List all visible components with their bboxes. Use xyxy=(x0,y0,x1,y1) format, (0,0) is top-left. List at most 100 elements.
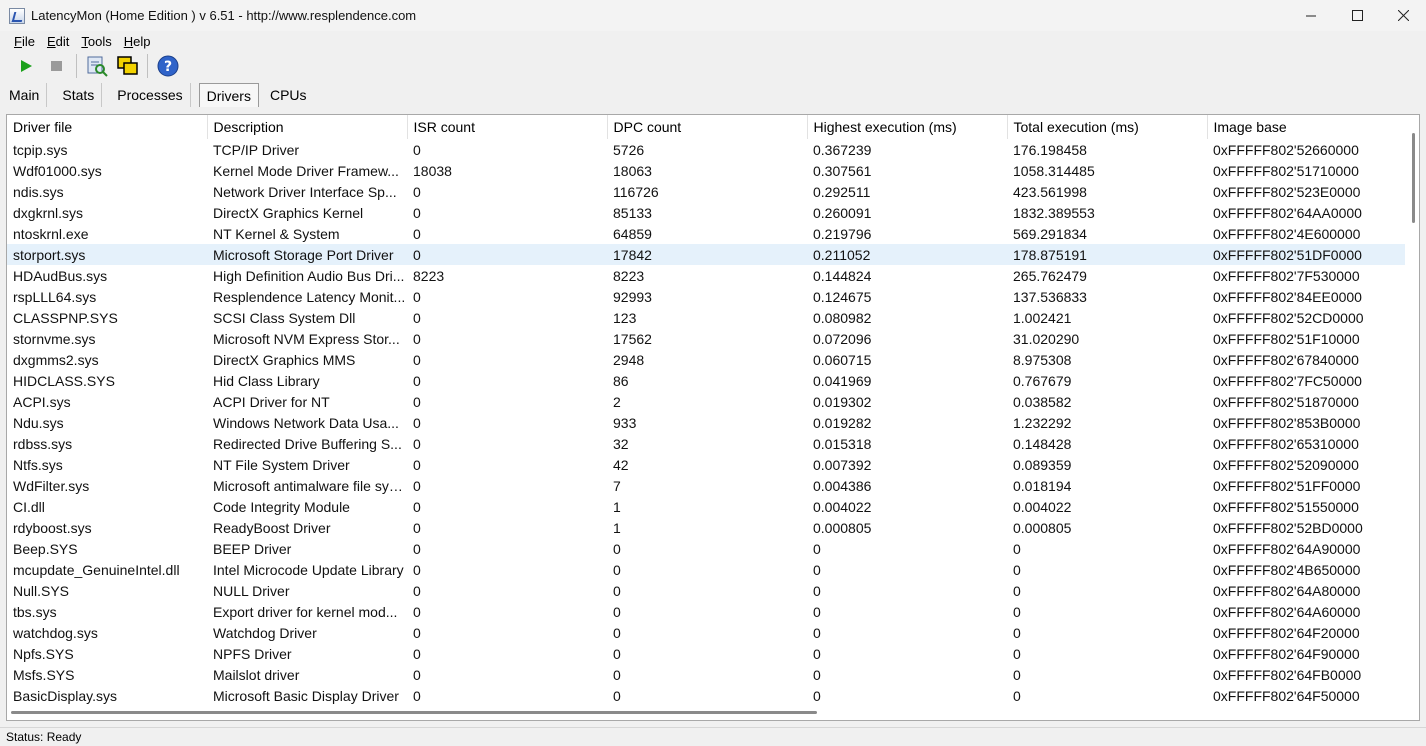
cell-highest-execution: 0.060715 xyxy=(813,351,872,368)
cell-isr-count: 0 xyxy=(413,540,421,557)
table-row[interactable]: Wdf01000.sys Kernel Mode Driver Framew...… xyxy=(7,160,1407,181)
cell-highest-execution: 0 xyxy=(813,540,821,557)
play-button[interactable] xyxy=(12,52,40,80)
table-row[interactable]: ndis.sys Network Driver Interface Sp... 0 1… xyxy=(7,181,1407,202)
table-row[interactable]: HDAudBus.sys High Definition Audio Bus Dr… xyxy=(7,265,1407,286)
column-header-isr-count[interactable]: ISR count xyxy=(407,115,608,139)
cell-description: DirectX Graphics Kernel xyxy=(213,204,364,221)
cell-image-base: 0xFFFFF802'64A80000 xyxy=(1213,582,1361,599)
report-button[interactable] xyxy=(83,52,111,80)
cell-description: ACPI Driver for NT xyxy=(213,393,330,410)
menu-help[interactable]: Help xyxy=(118,34,157,49)
menu-help-mnemonic: H xyxy=(123,33,134,49)
table-row[interactable]: Npfs.SYS NPFS Driver 0 0 0 0 0xFFFFF802'64F900… xyxy=(7,643,1407,664)
minimize-icon[interactable] xyxy=(1288,0,1334,31)
table-row[interactable]: HIDCLASS.SYS Hid Class Library 0 86 0.041969… xyxy=(7,370,1407,391)
cell-highest-execution: 0.041969 xyxy=(813,372,872,389)
tab-cpus[interactable]: CPUs xyxy=(263,83,314,107)
cell-total-execution: 0 xyxy=(1013,540,1021,557)
cell-isr-count: 18038 xyxy=(413,162,452,179)
table-header: Driver file Description ISR count DPC co… xyxy=(7,115,1408,139)
cell-isr-count: 8223 xyxy=(413,267,445,284)
column-header-image-base[interactable]: Image base xyxy=(1207,115,1408,139)
menu-tools[interactable]: Tools xyxy=(75,34,117,49)
cell-total-execution: 178.875191 xyxy=(1007,244,1207,265)
cell-total-execution: 0.000805 xyxy=(1013,519,1072,536)
cell-isr-count: 0 xyxy=(413,561,421,578)
horizontal-scrollbar[interactable] xyxy=(7,706,1419,720)
column-header-description[interactable]: Description xyxy=(207,115,408,139)
cell-total-execution: 0.767679 xyxy=(1013,372,1072,389)
table-row[interactable]: CI.dll Code Integrity Module 0 1 0.004022 0.0… xyxy=(7,496,1407,517)
cell-isr-count: 0 xyxy=(413,183,421,200)
menu-file[interactable]: File xyxy=(8,34,41,49)
table-row[interactable]: BasicDisplay.sys Microsoft Basic Display … xyxy=(7,685,1407,706)
table-row[interactable]: Ndu.sys Windows Network Data Usa... 0 933 0.… xyxy=(7,412,1407,433)
tab-processes[interactable]: Processes xyxy=(110,83,191,107)
tab-stats[interactable]: Stats xyxy=(55,83,103,107)
table-row[interactable]: watchdog.sys Watchdog Driver 0 0 0 0 0xFFFFF80… xyxy=(7,622,1407,643)
tab-drivers[interactable]: Drivers xyxy=(198,83,259,107)
cell-image-base: 0xFFFFF802'51550000 xyxy=(1213,498,1359,515)
cell-highest-execution: 0.144824 xyxy=(813,267,872,284)
column-header-driver-file[interactable]: Driver file xyxy=(7,115,208,139)
column-header-highest-execution[interactable]: Highest execution (ms) xyxy=(807,115,1008,139)
cell-driver-file: Null.SYS xyxy=(13,582,70,599)
table-row[interactable]: ACPI.sys ACPI Driver for NT 0 2 0.019302 0.03… xyxy=(7,391,1407,412)
table-row[interactable]: Null.SYS NULL Driver 0 0 0 0 0xFFFFF802'64A800… xyxy=(7,580,1407,601)
cell-highest-execution: 0 xyxy=(813,666,821,683)
table-row[interactable]: rdyboost.sys ReadyBoost Driver 0 1 0.000805 0… xyxy=(7,517,1407,538)
cell-isr-count: 0 xyxy=(413,456,421,473)
menu-bar: File Edit Tools Help xyxy=(0,31,1426,51)
windows-button[interactable] xyxy=(114,52,142,80)
cell-driver-file: dxgmms2.sys xyxy=(13,351,99,368)
cell-image-base: 0xFFFFF802'51F10000 xyxy=(1213,330,1360,347)
help-button[interactable]: ? xyxy=(154,52,182,80)
cell-image-base: 0xFFFFF802'51870000 xyxy=(1213,393,1359,410)
cell-image-base: 0xFFFFF802'52CD0000 xyxy=(1213,309,1364,326)
table-row[interactable]: ntoskrnl.exe NT Kernel & System 0 64859 0.21… xyxy=(7,223,1407,244)
cell-driver-file: CI.dll xyxy=(13,498,45,515)
cell-image-base: 0xFFFFF802'64F50000 xyxy=(1213,687,1360,704)
vertical-scroll-thumb[interactable] xyxy=(1412,133,1415,223)
table-row[interactable]: dxgmms2.sys DirectX Graphics MMS 0 2948 0.06… xyxy=(7,349,1407,370)
column-header-dpc-count[interactable]: DPC count xyxy=(607,115,808,139)
table-row[interactable]: dxgkrnl.sys DirectX Graphics Kernel 0 85133… xyxy=(7,202,1407,223)
cell-driver-file: ntoskrnl.exe xyxy=(13,225,89,242)
tab-bar: Main Stats Processes Drivers CPUs xyxy=(0,81,1426,107)
table-row[interactable]: mcupdate_GenuineIntel.dll Intel Microcode… xyxy=(7,559,1407,580)
cell-highest-execution: 0.000805 xyxy=(813,519,872,536)
table-row[interactable]: storport.sys Microsoft Storage Port Drive… xyxy=(7,244,1407,265)
table-row[interactable]: Beep.SYS BEEP Driver 0 0 0 0 0xFFFFF802'64A900… xyxy=(7,538,1407,559)
vertical-scrollbar[interactable] xyxy=(1405,115,1419,720)
cell-total-execution: 1832.389553 xyxy=(1013,204,1095,221)
cell-description: Code Integrity Module xyxy=(213,498,350,515)
column-header-total-execution[interactable]: Total execution (ms) xyxy=(1007,115,1208,139)
cell-total-execution: 8.975308 xyxy=(1013,351,1072,368)
table-row[interactable]: WdFilter.sys Microsoft antimalware file s… xyxy=(7,475,1407,496)
close-icon[interactable] xyxy=(1380,0,1426,31)
menu-edit-label: dit xyxy=(55,33,70,49)
table-row[interactable]: Ntfs.sys NT File System Driver 0 42 0.007392… xyxy=(7,454,1407,475)
table-row[interactable]: stornvme.sys Microsoft NVM Express Stor..… xyxy=(7,328,1407,349)
menu-edit[interactable]: Edit xyxy=(41,34,75,49)
horizontal-scroll-thumb[interactable] xyxy=(11,711,817,714)
cell-isr-count: 0 xyxy=(413,435,421,452)
table-row[interactable]: rdbss.sys Redirected Drive Buffering S...… xyxy=(7,433,1407,454)
table-row[interactable]: rspLLL64.sys Resplendence Latency Monit..… xyxy=(7,286,1407,307)
table-row[interactable]: tbs.sys Export driver for kernel mod... 0 0… xyxy=(7,601,1407,622)
maximize-icon[interactable] xyxy=(1334,0,1380,31)
cell-driver-file: rdbss.sys xyxy=(13,435,73,452)
stop-icon xyxy=(51,61,62,71)
table-row[interactable]: CLASSPNP.SYS SCSI Class System Dll 0 123 0.0… xyxy=(7,307,1407,328)
cell-driver-file: Beep.SYS xyxy=(13,540,78,557)
table-row[interactable]: tcpip.sys TCP/IP Driver 0 5726 0.367239 176.1… xyxy=(7,139,1407,160)
cell-total-execution: 0 xyxy=(1013,687,1021,704)
table-row[interactable]: Msfs.SYS Mailslot driver 0 0 0 0 0xFFFFF802'64… xyxy=(7,664,1407,685)
cell-total-execution: 265.762479 xyxy=(1013,267,1087,284)
cell-dpc-count: 18063 xyxy=(613,162,652,179)
stop-button[interactable] xyxy=(43,52,71,80)
cell-image-base: 0xFFFFF802'4E600000 xyxy=(1213,225,1361,242)
cell-driver-file: rspLLL64.sys xyxy=(13,288,97,305)
tab-main[interactable]: Main xyxy=(2,83,48,107)
